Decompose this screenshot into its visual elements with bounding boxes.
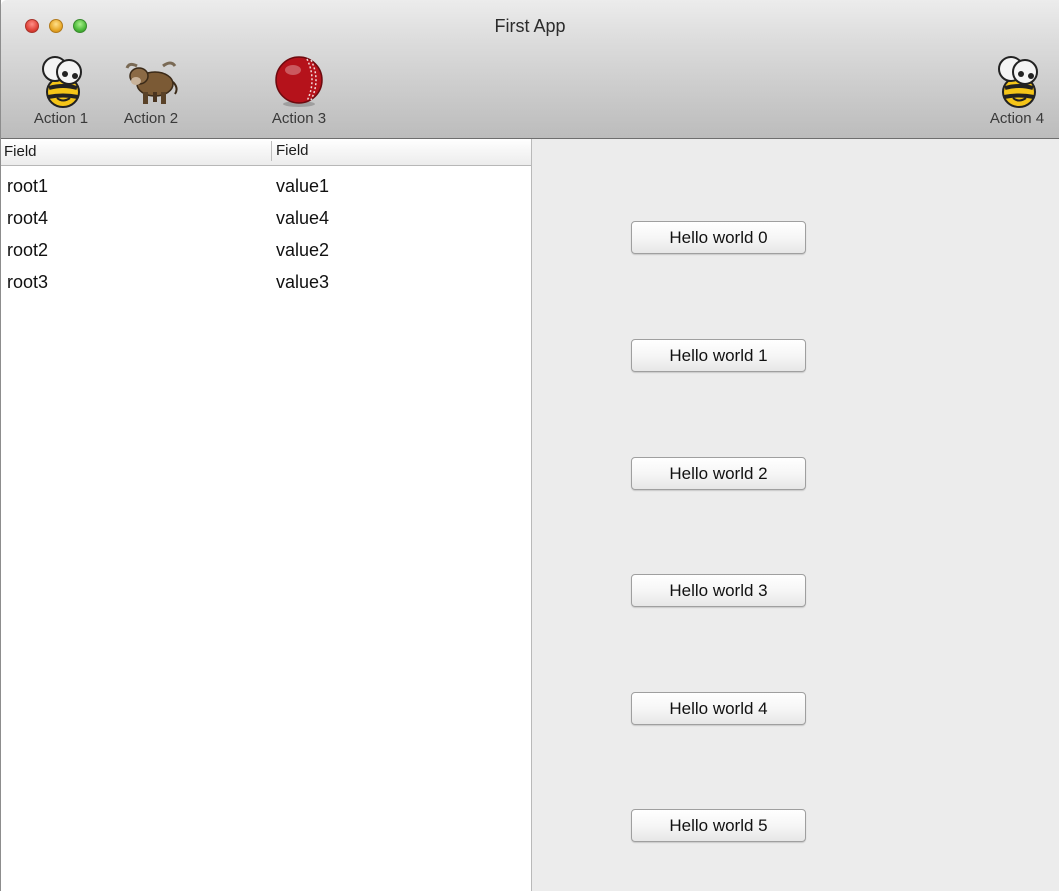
hello-world-0-button[interactable]: Hello world 0	[631, 221, 806, 254]
table-row[interactable]: root3 value3	[1, 266, 531, 298]
hello-world-4-button[interactable]: Hello world 4	[631, 692, 806, 725]
row-key: root3	[7, 272, 49, 292]
row-value: value3	[276, 272, 330, 292]
app-window: First App Action 1 Action 2 Action 3 Act…	[0, 0, 1059, 891]
cricket-ball-icon	[275, 56, 323, 107]
title-toolbar: First App Action 1 Action 2 Action 3 Act…	[1, 0, 1059, 139]
row-key: root2	[7, 240, 49, 260]
window-title: First App	[494, 16, 566, 36]
table-row[interactable]: root1 value1	[1, 170, 531, 202]
action-3-label: Action 3	[271, 110, 327, 127]
action-1-label: Action 1	[33, 110, 89, 127]
tree-table[interactable]: Field Field root1 value1 root4 value4 ro…	[1, 139, 532, 891]
toolbar-action-1[interactable]: Action 1	[19, 54, 103, 134]
table-row[interactable]: root2 value2	[1, 234, 531, 266]
action-4-label: Action 4	[989, 110, 1045, 127]
toolbar-action-3[interactable]: Action 3	[257, 54, 341, 134]
column-header-2[interactable]: Field	[271, 141, 309, 161]
hello-world-2-button[interactable]: Hello world 2	[631, 457, 806, 490]
hello-world-5-button[interactable]: Hello world 5	[631, 809, 806, 842]
bee-icon	[42, 56, 82, 108]
button-panel: Hello world 0 Hello world 1 Hello world …	[532, 139, 1059, 891]
row-value: value2	[276, 240, 330, 260]
row-key: root4	[7, 208, 49, 228]
row-value: value4	[276, 208, 330, 228]
row-value: value1	[276, 176, 330, 196]
column-header-1[interactable]: Field	[4, 143, 37, 160]
hello-world-3-button[interactable]: Hello world 3	[631, 574, 806, 607]
action-2-label: Action 2	[123, 110, 179, 127]
toolbar-action-2[interactable]: Action 2	[109, 54, 193, 134]
table-header: Field Field	[1, 139, 531, 166]
yak-icon	[125, 61, 178, 104]
bee-icon	[998, 56, 1038, 108]
hello-world-1-button[interactable]: Hello world 1	[631, 339, 806, 372]
table-row[interactable]: root4 value4	[1, 202, 531, 234]
toolbar-action-4[interactable]: Action 4	[975, 54, 1059, 134]
row-key: root1	[7, 176, 49, 196]
